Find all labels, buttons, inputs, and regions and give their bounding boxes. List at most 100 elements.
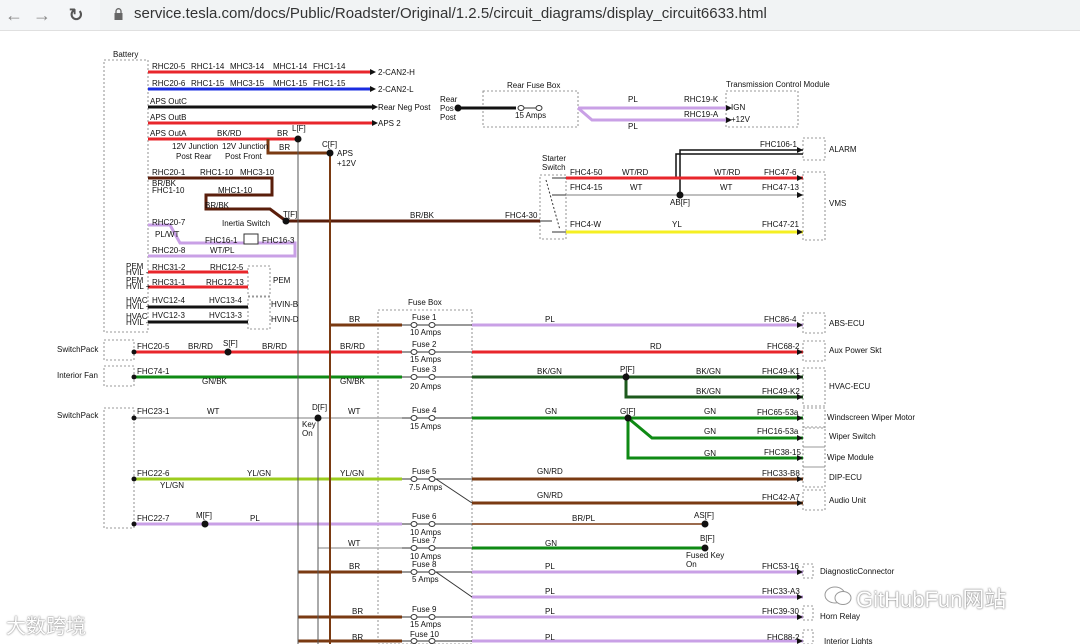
label-gf: G[F]	[620, 407, 636, 416]
wechat-logo-icon	[824, 586, 852, 605]
label-pl: PL	[628, 95, 638, 104]
label-mhc1-14: MHC1-14	[273, 62, 308, 71]
label-j12v-front: 12V Junction	[222, 142, 268, 151]
label-inertia: Inertia Switch	[222, 219, 270, 228]
label-wtrd: WT/RD	[622, 168, 648, 177]
label-key-on: On	[302, 429, 313, 438]
label-amps7-5: 7.5 Amps	[409, 483, 442, 492]
label-amps15: 15 Amps	[515, 111, 546, 120]
wipe-module-box	[802, 446, 826, 468]
label-yl: YL	[672, 220, 682, 229]
forward-button[interactable]: →	[30, 3, 54, 27]
dip-ecu-box	[802, 466, 826, 488]
hvac-box	[247, 296, 271, 330]
pem-box	[247, 265, 271, 297]
label-hvc12-4: HVC12-4	[152, 296, 185, 305]
label-rhc20-7: RHC20-7	[152, 218, 186, 227]
label-fhc49-k1: FHC49-K1	[762, 367, 800, 376]
label-fhc1-14: FHC1-14	[313, 62, 346, 71]
label-fuse4: Fuse 4	[412, 406, 437, 415]
label-horn-relay: Horn Relay	[820, 612, 860, 621]
junction-rear-pos	[454, 104, 462, 112]
label-dip-ecu: DIP-ECU	[829, 473, 862, 482]
label-gnbk: GN/BK	[340, 377, 366, 386]
label-rhc12-13: RHC12-13	[206, 278, 244, 287]
label-rhc20-6: RHC20-6	[152, 79, 186, 88]
label-bkgn: BK/GN	[537, 367, 562, 376]
label-fhc49-k2: FHC49-K2	[762, 387, 800, 396]
label-wiper-switch: Wiper Switch	[829, 432, 876, 441]
label-amps5: 5 Amps	[412, 575, 439, 584]
label-j12v-rear2: Post Rear	[176, 152, 212, 161]
label-brrd: BR/RD	[262, 342, 287, 351]
label-hvac-hvil-p: HVIL +	[126, 302, 151, 311]
reload-button[interactable]: ↻	[64, 3, 88, 27]
label-rear-neg-post: Rear Neg Post	[378, 103, 431, 112]
watermark-right: GitHubFun网站	[856, 587, 1007, 612]
label-fhc88-2: FHC88-2	[767, 633, 800, 642]
label-fhc38-15: FHC38-15	[764, 448, 801, 457]
label-bf: B[F]	[700, 534, 715, 543]
label-ylgn: YL/GN	[160, 481, 184, 490]
back-button[interactable]: ←	[2, 3, 26, 27]
label-rhc12-5: RHC12-5	[210, 263, 244, 272]
label-fuse3: Fuse 3	[412, 365, 437, 374]
label-lf: L[F]	[292, 124, 306, 133]
label-battery: Battery	[113, 50, 138, 59]
label-abs-ecu: ABS-ECU	[829, 319, 865, 328]
label-aux-power: Aux Power Skt	[829, 346, 882, 355]
label-fhc74-1: FHC74-1	[137, 367, 170, 376]
junction-lf	[294, 135, 302, 143]
label-br: BR	[349, 562, 360, 571]
label-rhc31-1: RHC31-1	[152, 278, 186, 287]
label-bkgn: BK/GN	[696, 367, 721, 376]
label-wtrd: WT/RD	[714, 168, 740, 177]
interior-lights-box	[802, 629, 814, 644]
label-abf: AB[F]	[670, 198, 690, 207]
switchpack-box-2	[103, 407, 135, 529]
label-switchpack: SwitchPack	[57, 411, 99, 420]
label-fused-key-on: On	[686, 560, 697, 569]
label-aps2: APS 2	[378, 119, 401, 128]
label-fhc47-6: FHC47-6	[764, 168, 797, 177]
label-fuse6: Fuse 6	[412, 512, 437, 521]
junction-mf	[201, 520, 209, 528]
label-brbk: BR/BK	[205, 201, 230, 210]
alarm-box	[802, 137, 826, 161]
label-ylgn: YL/GN	[340, 469, 364, 478]
label-fhc33-b8: FHC33-B8	[762, 469, 800, 478]
wiper-switch-box	[802, 426, 826, 448]
label-fuse9: Fuse 9	[412, 605, 437, 614]
label-rear-pos-post: Rear	[440, 95, 458, 104]
label-pl: PL	[545, 562, 555, 571]
label-wt: WT	[348, 539, 361, 548]
label-fhc47-13: FHC47-13	[762, 183, 799, 192]
label-brrd: BR/RD	[340, 342, 365, 351]
label-br: BR	[349, 315, 360, 324]
label-wt: WT	[348, 407, 361, 416]
label-fhc1-15: FHC1-15	[313, 79, 346, 88]
label-gn: GN	[545, 407, 557, 416]
label-pl: PL	[545, 607, 555, 616]
label-audio-unit: Audio Unit	[829, 496, 867, 505]
label-aps-outb: APS OutB	[150, 113, 186, 122]
label-mhc3-10: MHC3-10	[240, 168, 275, 177]
label-gnbk: GN/BK	[202, 377, 228, 386]
starter-switch-box	[539, 174, 567, 240]
reload-icon: ↻	[68, 5, 84, 25]
label-fhc39-30: FHC39-30	[762, 607, 799, 616]
url-text[interactable]: service.tesla.com/docs/Public/Roadster/O…	[134, 5, 767, 22]
label-pf: P[F]	[620, 365, 635, 374]
label-bkrd: BK/RD	[217, 129, 242, 138]
label-fuse1: Fuse 1	[412, 313, 437, 322]
label-br: BR	[352, 633, 363, 642]
label-rhc20-5: RHC20-5	[152, 62, 186, 71]
label-can-l: 2-CAN2-L	[378, 85, 414, 94]
circuit-diagram: Battery RHC20-5 RHC1-14 MHC3-14 MHC1-14 FHC1-…	[57, 50, 915, 644]
label-fhc4-30: FHC4-30	[505, 211, 538, 220]
label-ylgn: YL/GN	[247, 469, 271, 478]
label-gn: GN	[545, 539, 557, 548]
label-aps-outc: APS OutC	[150, 97, 187, 106]
label-amps15: 15 Amps	[410, 355, 441, 364]
battery-box	[103, 59, 149, 333]
